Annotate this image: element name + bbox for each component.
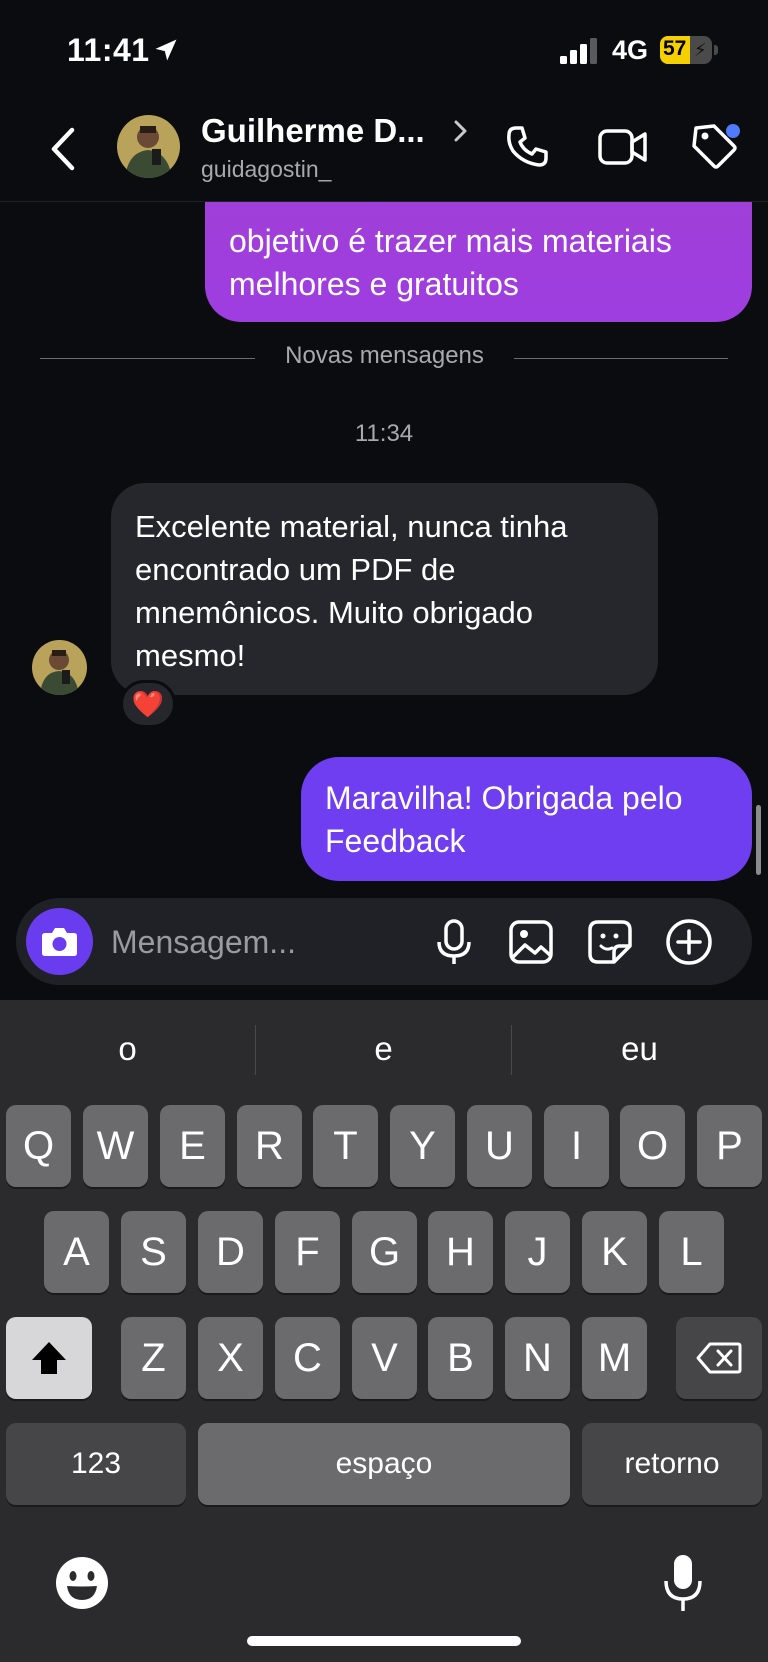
key-w[interactable]: W (83, 1105, 148, 1187)
delete-icon (696, 1342, 742, 1374)
contact-handle[interactable]: guidagostin_ (201, 156, 331, 183)
scrollbar[interactable] (756, 805, 761, 875)
key-j[interactable]: J (505, 1211, 570, 1293)
home-indicator[interactable] (247, 1636, 521, 1646)
outgoing-message[interactable]: Maravilha! Obrigada pelo Feedback (301, 757, 752, 881)
key-p[interactable]: P (697, 1105, 762, 1187)
dictation-mic-icon[interactable] (662, 1553, 704, 1613)
key-k[interactable]: K (582, 1211, 647, 1293)
message-composer (16, 898, 752, 985)
key-z[interactable]: Z (121, 1317, 186, 1399)
return-key[interactable]: retorno (582, 1423, 762, 1505)
back-chevron-icon[interactable] (44, 124, 84, 174)
key-l[interactable]: L (659, 1211, 724, 1293)
key-v[interactable]: V (352, 1317, 417, 1399)
message-text: Maravilha! Obrigada pelo Feedback (325, 780, 683, 859)
key-e[interactable]: E (160, 1105, 225, 1187)
key-c[interactable]: C (275, 1317, 340, 1399)
key-o[interactable]: O (620, 1105, 685, 1187)
chat-header: Guilherme D... guidagostin_ (0, 100, 768, 202)
incoming-message[interactable]: Excelente material, nunca tinha encontra… (111, 483, 658, 695)
camera-button[interactable] (26, 908, 93, 975)
shift-key[interactable] (6, 1317, 92, 1399)
camera-icon (42, 928, 77, 956)
key-s[interactable]: S (121, 1211, 186, 1293)
mic-icon[interactable] (434, 918, 474, 966)
phone-icon[interactable] (503, 123, 551, 171)
chevron-right-icon[interactable] (452, 118, 470, 144)
emoji-icon[interactable] (54, 1555, 110, 1611)
key-i[interactable]: I (544, 1105, 609, 1187)
key-d[interactable]: D (198, 1211, 263, 1293)
suggestion-item[interactable]: eu (512, 1030, 767, 1068)
message-input[interactable] (111, 920, 421, 964)
sticker-icon[interactable] (587, 919, 633, 965)
divider-label: Novas mensagens (285, 342, 484, 369)
space-key[interactable]: espaço (198, 1423, 570, 1505)
key-h[interactable]: H (428, 1211, 493, 1293)
key-b[interactable]: B (428, 1317, 493, 1399)
suggestion-bar: o e eu (0, 1000, 768, 1100)
new-messages-divider: Novas mensagens (0, 340, 768, 376)
avatar[interactable] (117, 115, 180, 178)
notification-dot (726, 124, 740, 138)
key-r[interactable]: R (237, 1105, 302, 1187)
key-q[interactable]: Q (6, 1105, 71, 1187)
plus-circle-icon[interactable] (665, 918, 713, 966)
key-t[interactable]: T (313, 1105, 378, 1187)
shift-icon (32, 1342, 66, 1374)
key-x[interactable]: X (198, 1317, 263, 1399)
suggestion-item[interactable]: e (256, 1030, 511, 1068)
video-icon[interactable] (597, 125, 649, 169)
key-y[interactable]: Y (390, 1105, 455, 1187)
delete-key[interactable] (676, 1317, 762, 1399)
suggestion-item[interactable]: o (0, 1030, 255, 1068)
key-u[interactable]: U (467, 1105, 532, 1187)
key-a[interactable]: A (44, 1211, 109, 1293)
message-text: Excelente material, nunca tinha encontra… (135, 509, 568, 673)
numbers-key[interactable]: 123 (6, 1423, 186, 1505)
key-f[interactable]: F (275, 1211, 340, 1293)
message-text: objetivo é trazer mais materiais melhore… (229, 223, 672, 302)
key-n[interactable]: N (505, 1317, 570, 1399)
keyboard: o e eu Q W E R T Y U I O P A S D F G H J… (0, 1000, 768, 1662)
contact-name[interactable]: Guilherme D... (201, 112, 425, 150)
message-timestamp: 11:34 (354, 420, 414, 447)
gallery-icon[interactable] (508, 919, 554, 965)
sender-avatar[interactable] (32, 640, 87, 695)
key-g[interactable]: G (352, 1211, 417, 1293)
key-m[interactable]: M (582, 1317, 647, 1399)
heart-reaction[interactable]: ❤️ (120, 680, 176, 728)
